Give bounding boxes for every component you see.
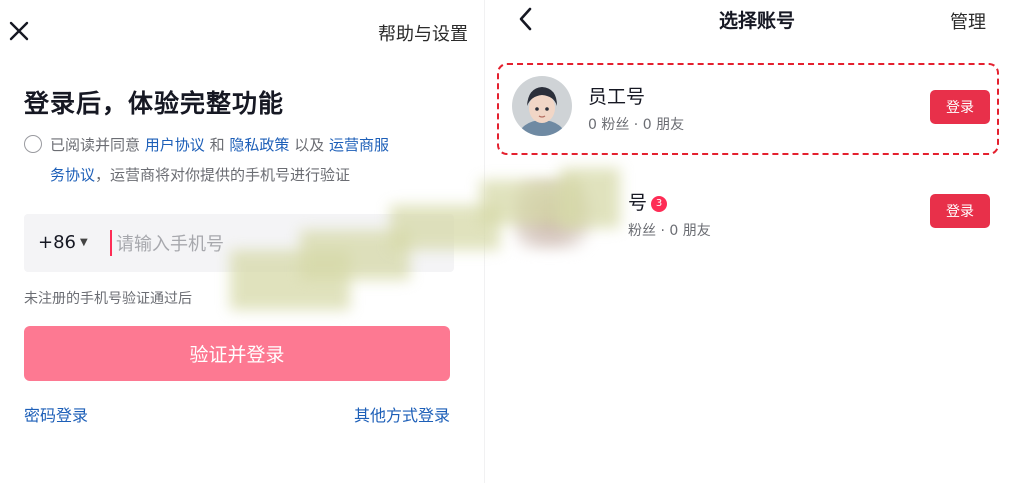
agreement-prefix: 已阅读并同意 <box>50 136 141 154</box>
account-row[interactable]: 员工号 0 粉丝 · 0 朋友 登录 <box>490 70 1024 150</box>
verify-login-button[interactable]: 验证并登录 <box>24 326 450 381</box>
country-code: +86 <box>38 232 76 253</box>
page-title: 选择账号 <box>718 10 795 32</box>
radio-unchecked-icon[interactable] <box>24 135 42 153</box>
registration-hint: 未注册的手机号验证通过后 <box>24 291 192 307</box>
agreement-and: 和 <box>209 136 225 154</box>
help-settings-link[interactable]: 帮助与设置 <box>378 20 468 46</box>
other-login-link[interactable]: 其他方式登录 <box>354 402 450 426</box>
account-name: 员工号 <box>588 86 646 108</box>
privacy-policy-link[interactable]: 隐私政策 <box>229 136 289 154</box>
manage-button[interactable]: 管理 <box>950 8 986 34</box>
text-cursor <box>110 230 112 256</box>
carrier-agreement-link-part2[interactable]: 务协议 <box>50 166 95 184</box>
account-login-button[interactable]: 登录 <box>930 90 990 124</box>
account-select-panel: 选择账号 管理 员工号 0 粉丝 · 0 朋友 登录 号3 粉丝 · 0 朋友 … <box>490 0 1024 483</box>
close-icon[interactable] <box>8 20 30 42</box>
password-login-link[interactable]: 密码登录 <box>24 402 88 426</box>
caret-down-icon: ▼ <box>80 237 88 248</box>
user-agreement-link[interactable]: 用户协议 <box>145 136 205 154</box>
account-login-button[interactable]: 登录 <box>930 194 990 228</box>
page-title: 登录后，体验完整功能 <box>24 89 285 118</box>
account-name-text: 号 <box>628 192 648 214</box>
privacy-blur <box>560 168 620 228</box>
agreement-also: 以及 <box>294 136 325 154</box>
carrier-agreement-link-part1[interactable]: 运营商服 <box>329 136 389 154</box>
agreement-suffix: ，运营商将对你提供的手机号进行验证 <box>95 166 351 184</box>
avatar <box>512 76 572 136</box>
country-code-selector[interactable]: +86 ▼ <box>38 232 88 253</box>
account-stats: 粉丝 · 0 朋友 <box>628 223 711 239</box>
agreement-text: 已阅读并同意 用户协议 和 隐私政策 以及 运营商服 务协议，运营商将对你提供的… <box>24 130 454 190</box>
account-name: 号3 <box>628 188 668 215</box>
notification-badge: 3 <box>651 196 668 212</box>
account-stats: 0 粉丝 · 0 朋友 <box>588 117 685 133</box>
